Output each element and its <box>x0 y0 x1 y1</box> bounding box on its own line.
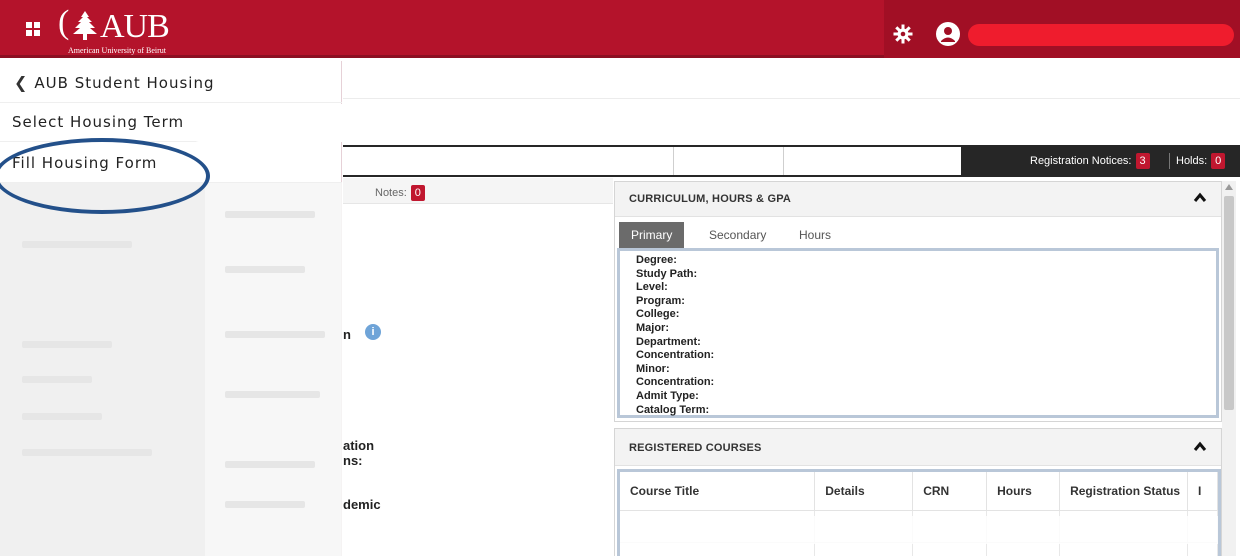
content-left-column <box>343 205 613 556</box>
curriculum-panel-header[interactable]: CURRICULUM, HOURS & GPA <box>615 182 1221 217</box>
table-header-row: Course Title Details CRN Hours Registrat… <box>620 472 1218 511</box>
aub-logo[interactable]: ( AUB American University of Beirut <box>58 4 218 56</box>
tab-hours-gpa[interactable]: Hours & GPA <box>787 222 843 294</box>
ghost-text <box>22 376 92 383</box>
tab-secondary[interactable]: Secondary <box>697 222 778 248</box>
holds[interactable]: Holds: 0 <box>1169 153 1226 169</box>
ghost-text <box>225 211 315 218</box>
col-truncated[interactable]: I <box>1187 472 1218 511</box>
scroll-up-icon[interactable] <box>1224 181 1234 193</box>
redacted-username <box>968 24 1234 46</box>
field-college: College: <box>636 308 680 321</box>
registration-toolbar: Registration Notices: 3 Holds: 0 <box>343 145 1240 177</box>
ghost-text <box>22 413 102 420</box>
scrollbar-thumb[interactable] <box>1224 196 1234 410</box>
text-fragment: ation <box>343 438 375 453</box>
toolbar-divider <box>673 147 674 175</box>
sidebar-item-label: Select Housing Term <box>12 112 185 131</box>
logo-subtitle: American University of Beirut <box>68 46 166 55</box>
redacted-title <box>190 104 645 142</box>
notes-label: Notes: <box>375 187 407 199</box>
cedar-tree-icon <box>73 11 97 40</box>
grid-icon[interactable] <box>26 22 40 36</box>
text-fragment: n <box>343 327 351 342</box>
sub-header-bar <box>343 61 1240 99</box>
holds-label: Holds: <box>1176 155 1208 167</box>
field-level: Level: <box>636 281 668 294</box>
field-study-path: Study Path: <box>636 267 698 280</box>
back-link[interactable]: ❮ AUB Student Housing <box>0 63 342 103</box>
registration-notices-badge: 3 <box>1135 153 1150 169</box>
chevron-left-icon: ❮ <box>14 73 29 92</box>
col-registration-status[interactable]: Registration Status <box>1059 472 1188 511</box>
registration-notices-label: Registration Notices: <box>1030 155 1132 167</box>
field-department: Department: <box>636 335 701 348</box>
user-icon[interactable] <box>936 22 960 46</box>
holds-badge: 0 <box>1211 153 1226 169</box>
tab-primary[interactable]: Primary <box>619 222 685 248</box>
field-degree: Degree: <box>636 254 677 266</box>
back-link-label: AUB Student Housing <box>34 73 215 92</box>
logo-wordmark: AUB <box>100 8 170 45</box>
field-concentration-2: Concentration: <box>636 376 715 389</box>
col-details[interactable]: Details <box>814 472 914 511</box>
logo-paren: ( <box>58 4 70 41</box>
col-course-title[interactable]: Course Title <box>620 472 816 511</box>
curriculum-title: CURRICULUM, HOURS & GPA <box>629 193 792 205</box>
ghost-text <box>225 266 305 273</box>
gear-icon[interactable] <box>893 24 913 44</box>
top-header: ( AUB American University of Beirut <box>0 0 1240 58</box>
registered-courses-title: REGISTERED COURSES <box>629 442 762 454</box>
faded-nav-strip <box>0 183 205 556</box>
curriculum-details: Degree: Study Path: Level: Program: Coll… <box>617 248 1219 418</box>
highlight-oval <box>0 138 210 214</box>
curriculum-panel: CURRICULUM, HOURS & GPA Primary Secondar… <box>614 181 1222 422</box>
col-hours[interactable]: Hours <box>986 472 1061 511</box>
ghost-text <box>22 341 112 348</box>
toolbar-divider <box>783 147 784 175</box>
ghost-text <box>225 461 315 468</box>
ghost-text <box>22 241 132 248</box>
registration-notices[interactable]: Registration Notices: 3 <box>1030 153 1150 169</box>
field-minor: Minor: <box>636 362 670 375</box>
ghost-text <box>225 391 320 398</box>
text-fragment: ns: <box>343 453 363 468</box>
registered-courses-table-wrap: Course Title Details CRN Hours Registrat… <box>617 469 1221 556</box>
notes-badge: 0 <box>410 185 425 201</box>
redacted-rows <box>620 516 1218 544</box>
field-admit-type: Admit Type: <box>636 389 699 402</box>
ghost-text <box>22 449 152 456</box>
field-concentration: Concentration: <box>636 349 715 362</box>
registered-courses-header[interactable]: REGISTERED COURSES <box>615 429 1221 466</box>
field-major: Major: <box>636 321 669 334</box>
registered-courses-panel: REGISTERED COURSES Course Title Details … <box>614 428 1222 556</box>
table-row <box>620 542 1218 556</box>
chevron-up-icon[interactable] <box>1193 191 1207 205</box>
ghost-text <box>225 501 305 508</box>
field-catalog-term: Catalog Term: <box>636 403 710 416</box>
notes[interactable]: Notes: 0 <box>375 185 425 201</box>
text-fragment: demic <box>343 497 381 512</box>
app-root: ( AUB American University of Beirut ❮ AU… <box>0 0 1240 556</box>
toolbar-blank <box>343 147 961 175</box>
ghost-text <box>225 331 325 338</box>
info-icon[interactable]: i <box>365 324 381 340</box>
curriculum-fields: Degree: Study Path: Level: Program: Coll… <box>636 254 714 417</box>
col-crn[interactable]: CRN <box>912 472 988 511</box>
field-program: Program: <box>636 294 685 307</box>
chevron-up-icon[interactable] <box>1193 440 1207 454</box>
